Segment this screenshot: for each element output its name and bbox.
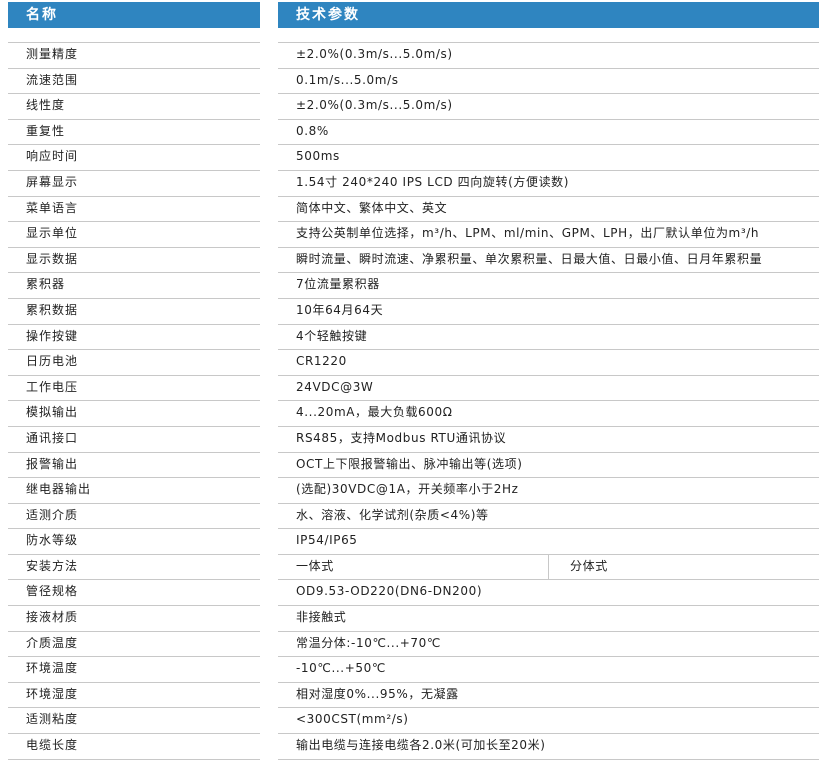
spec-name: 防水等级 xyxy=(26,533,79,548)
table-row: 防水等级 IP54/IP65 xyxy=(0,528,823,554)
spec-value: OCT上下限报警输出、脉冲输出等(选项) xyxy=(296,456,523,471)
table-row: 适测粘度 <300CST(mm²/s) xyxy=(0,707,823,733)
table-row: 累积器 7位流量累积器 xyxy=(0,272,823,298)
table-row: 测量精度 ±2.0%(0.3m/s...5.0m/s) xyxy=(0,42,823,68)
spec-name: 线性度 xyxy=(26,98,66,113)
spec-value: 水、溶液、化学试剂(杂质<4%)等 xyxy=(296,507,489,522)
spec-value: RS485，支持Modbus RTU通讯协议 xyxy=(296,430,507,445)
spec-name: 流速范围 xyxy=(26,72,79,87)
table-row: 环境湿度 相对湿度0%...95%，无凝露 xyxy=(0,681,823,708)
spec-name: 通讯接口 xyxy=(26,430,79,445)
table-row: 工作电压 24VDC@3W xyxy=(0,374,823,401)
param-column-header: 技术参数 xyxy=(278,2,819,28)
spec-name: 适测介质 xyxy=(26,507,79,522)
spec-value: 常温分体:-10℃...+70℃ xyxy=(296,635,441,650)
table-row: 介质温度 常温分体:-10℃...+70℃ xyxy=(0,630,823,657)
spec-name: 介质温度 xyxy=(26,635,79,650)
spec-name: 环境温度 xyxy=(26,661,79,676)
spec-value: <300CST(mm²/s) xyxy=(296,712,409,727)
spec-name: 操作按键 xyxy=(26,328,79,343)
table-row: 响应时间 500ms xyxy=(0,144,823,170)
spec-value: 500ms xyxy=(296,149,340,164)
spec-name: 累积数据 xyxy=(26,302,79,317)
table-row: 通讯接口 RS485，支持Modbus RTU通讯协议 xyxy=(0,425,823,452)
spec-value: 10年64月64天 xyxy=(296,302,384,317)
table-row: 接液材质 非接触式 xyxy=(0,605,823,631)
spec-name: 电缆长度 xyxy=(26,738,79,753)
spec-value: -10℃...+50℃ xyxy=(296,661,386,676)
spec-value: 非接触式 xyxy=(296,610,347,625)
table-row: 线性度 ±2.0%(0.3m/s...5.0m/s) xyxy=(0,93,823,119)
spec-name: 菜单语言 xyxy=(26,200,79,215)
spec-value: 24VDC@3W xyxy=(296,379,374,394)
spec-name: 测量精度 xyxy=(26,47,79,61)
table-row: 模拟输出 4...20mA，最大负载600Ω xyxy=(0,400,823,426)
spec-name: 重复性 xyxy=(26,123,66,138)
spec-value: ±2.0%(0.3m/s...5.0m/s) xyxy=(296,47,453,61)
table-row: 显示单位 支持公英制单位选择，m³/h、LPM、ml/min、GPM、LPH，出厂… xyxy=(0,221,823,247)
table-row: 流速范围 0.1m/s...5.0m/s xyxy=(0,67,823,94)
spec-name: 环境湿度 xyxy=(26,686,79,701)
spec-value: (选配)30VDC@1A，开关频率小于2Hz xyxy=(296,482,519,497)
spec-name: 模拟输出 xyxy=(26,405,79,420)
spec-name: 累积器 xyxy=(26,277,66,292)
table-row: 屏幕显示 1.54寸 240*240 IPS LCD 四向旋转(方便读数) xyxy=(0,169,823,196)
spec-value: 输出电缆与连接电缆各2.0米(可加长至20米) xyxy=(296,738,546,753)
spec-name: 响应时间 xyxy=(26,149,79,164)
spec-name: 管径规格 xyxy=(26,584,79,599)
spec-value: 瞬时流量、瞬时流速、净累积量、单次累积量、日最大值、日最小值、日月年累积量 xyxy=(296,251,763,266)
spec-value: 4个轻触按键 xyxy=(296,328,368,343)
table-bottom-rule xyxy=(8,758,260,760)
spec-name: 接液材质 xyxy=(26,610,79,625)
table-row: 菜单语言 简体中文、繁体中文、英文 xyxy=(0,195,823,222)
table-row: 重复性 0.8% xyxy=(0,118,823,145)
table-row: 累积数据 10年64月64天 xyxy=(0,297,823,324)
spec-name: 适测粘度 xyxy=(26,712,79,727)
spec-name: 显示单位 xyxy=(26,226,79,241)
table-row: 管径规格 OD9.53-OD220(DN6-DN200) xyxy=(0,579,823,605)
spec-value: 简体中文、繁体中文、英文 xyxy=(296,200,448,215)
spec-value: 0.8% xyxy=(296,123,329,138)
spec-name: 报警输出 xyxy=(26,456,79,471)
spec-value: 相对湿度0%...95%，无凝露 xyxy=(296,686,459,701)
table-row: 适测介质 水、溶液、化学试剂(杂质<4%)等 xyxy=(0,502,823,529)
spec-value: IP54/IP65 xyxy=(296,533,358,548)
table-row: 环境温度 -10℃...+50℃ xyxy=(0,656,823,682)
spec-value: ±2.0%(0.3m/s...5.0m/s) xyxy=(296,98,453,113)
spec-value: 0.1m/s...5.0m/s xyxy=(296,72,399,87)
spec-name: 工作电压 xyxy=(26,379,79,394)
spec-value: 7位流量累积器 xyxy=(296,277,380,292)
spec-name: 日历电池 xyxy=(26,354,79,369)
spec-value-secondary: 分体式 xyxy=(570,558,608,573)
spec-value: OD9.53-OD220(DN6-DN200) xyxy=(296,584,483,599)
table-row: 继电器输出 (选配)30VDC@1A，开关频率小于2Hz xyxy=(0,477,823,503)
spec-value: CR1220 xyxy=(296,354,347,369)
spec-table: 测量精度 ±2.0%(0.3m/s...5.0m/s) 流速范围 0.1m/s...5… xyxy=(0,42,823,760)
table-row: 报警输出 OCT上下限报警输出、脉冲输出等(选项) xyxy=(0,451,823,478)
name-column-header: 名称 xyxy=(8,2,260,28)
spec-name: 安装方法 xyxy=(26,558,79,573)
spec-name: 屏幕显示 xyxy=(26,174,79,189)
spec-value: 支持公英制单位选择，m³/h、LPM、ml/min、GPM、LPH，出厂默认单位… xyxy=(296,226,760,241)
table-row: 操作按键 4个轻触按键 xyxy=(0,323,823,350)
table-row: 电缆长度 输出电缆与连接电缆各2.0米(可加长至20米) xyxy=(0,733,823,759)
spec-name: 继电器输出 xyxy=(26,482,92,497)
table-row: 显示数据 瞬时流量、瞬时流速、净累积量、单次累积量、日最大值、日最小值、日月年累积… xyxy=(0,246,823,273)
cell-divider xyxy=(548,553,549,580)
spec-value: 4...20mA，最大负载600Ω xyxy=(296,405,453,420)
table-bottom-rule xyxy=(278,758,819,760)
spec-value: 一体式 xyxy=(296,558,334,573)
spec-name: 显示数据 xyxy=(26,251,79,266)
spec-value: 1.54寸 240*240 IPS LCD 四向旋转(方便读数) xyxy=(296,174,570,189)
table-row: 安装方法 一体式 分体式 xyxy=(0,553,823,580)
table-row: 日历电池 CR1220 xyxy=(0,349,823,375)
